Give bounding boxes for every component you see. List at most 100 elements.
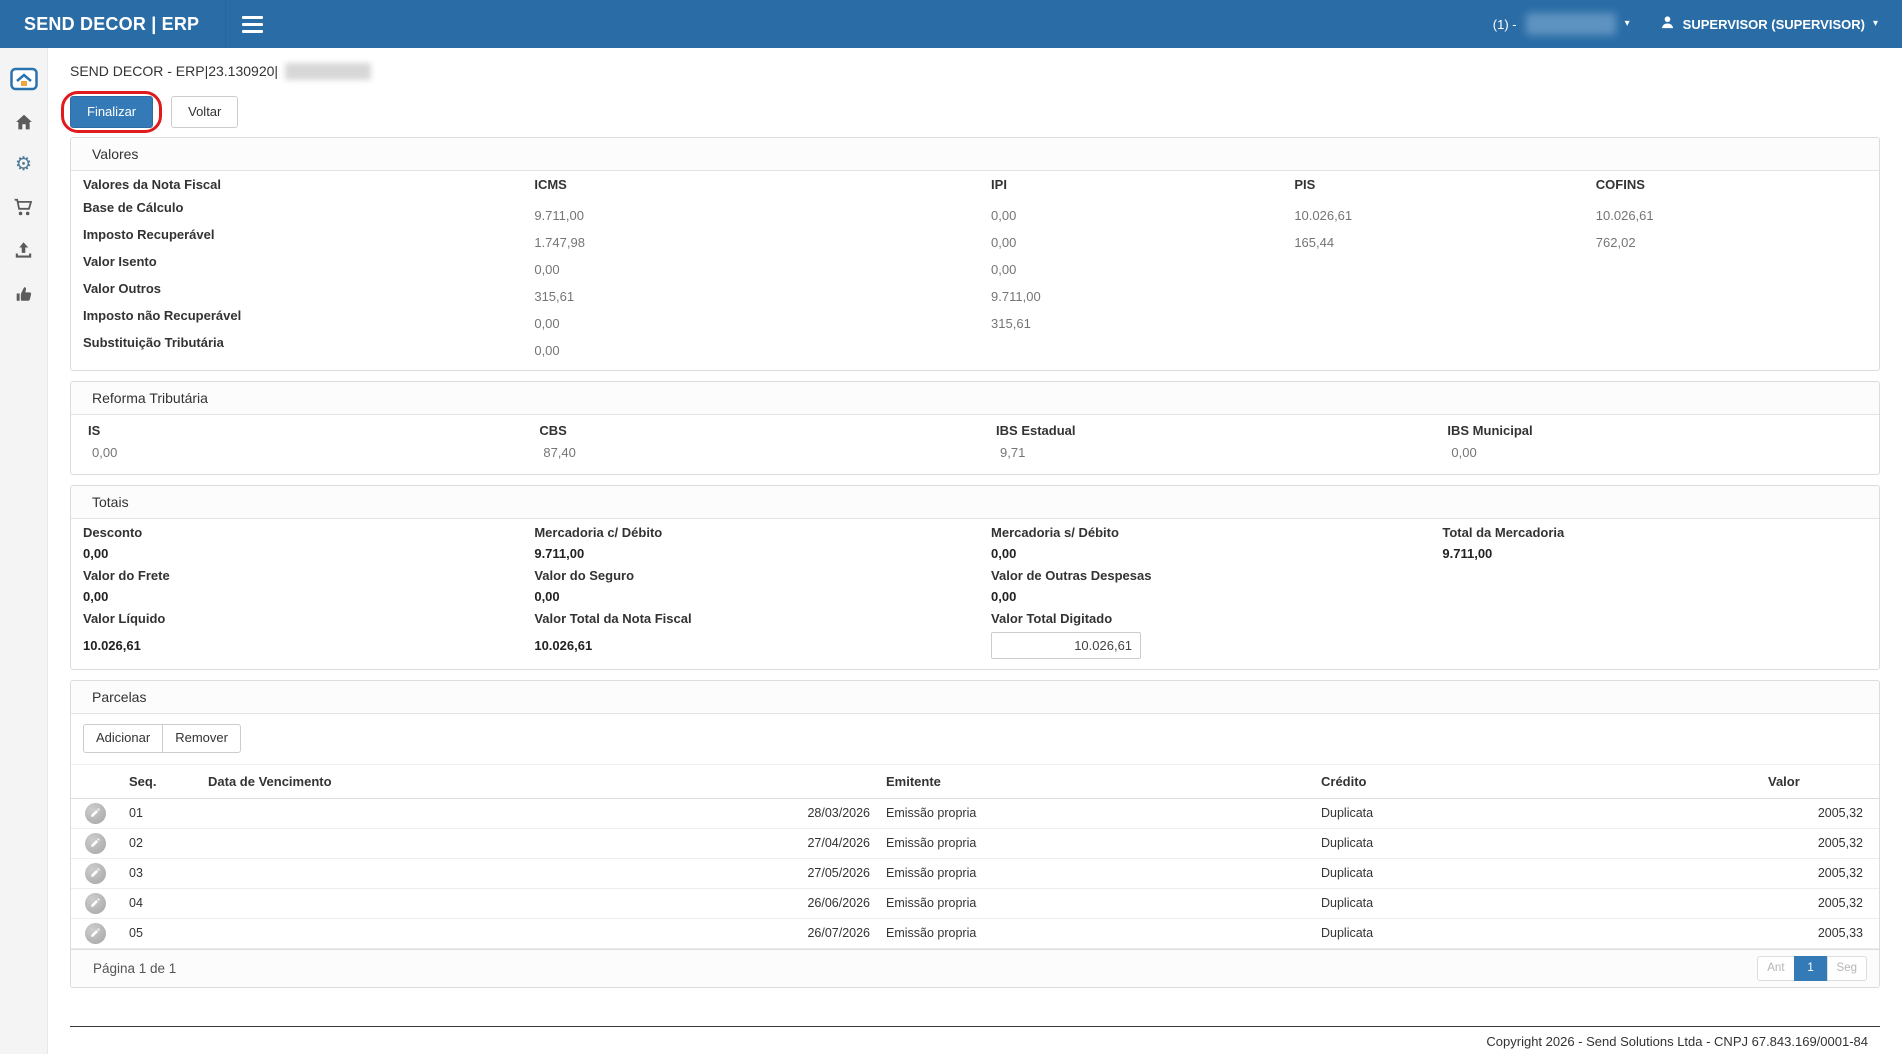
field-value: 9.711,00	[534, 546, 991, 561]
field-value: 0,00	[534, 589, 991, 604]
upload-icon[interactable]	[0, 229, 47, 272]
breadcrumb: SEND DECOR - ERP|23.130920|	[48, 48, 1902, 94]
edit-row-button[interactable]	[85, 893, 106, 914]
valores-row: Valor Isento 0,00 0,00	[83, 252, 1867, 279]
totais-panel: Totais Desconto 0,00 Mercadoria c/ Débit…	[70, 485, 1880, 670]
field-label: Valor de Outras Despesas	[991, 566, 1442, 589]
cell-credito: Duplicata	[1309, 918, 1764, 948]
field-value: 0,00	[83, 589, 534, 604]
field-label: Valor do Seguro	[534, 566, 991, 589]
row-label: Imposto Recuperável	[83, 225, 534, 242]
edit-row-button[interactable]	[85, 923, 106, 944]
redacted-company-name	[1526, 13, 1616, 35]
field-value: 10.026,61	[534, 632, 991, 653]
table-header-row: Seq. Data de Vencimento Emitente Crédito…	[71, 764, 1879, 798]
cell-vencimento: 27/05/2026	[204, 858, 874, 888]
home-icon[interactable]	[0, 100, 47, 143]
cell-credito: Duplicata	[1309, 798, 1764, 828]
app-logo-icon[interactable]	[0, 57, 47, 100]
column-header-cofins: COFINS	[1596, 175, 1867, 192]
table-row[interactable]: 04 26/06/2026 Emissão propria Duplicata …	[71, 888, 1879, 918]
panel-title: Valores	[71, 138, 1879, 171]
app-brand[interactable]: SEND DECOR | ERP	[0, 0, 226, 48]
valores-row: Valor Outros 315,61 9.711,00	[83, 279, 1867, 306]
ipi-value: 0,00	[991, 252, 1294, 277]
field-label: Total da Mercadoria	[1442, 523, 1867, 546]
ipi-value: 9.711,00	[991, 279, 1294, 304]
icms-value: 0,00	[534, 252, 991, 277]
field-label: IBS Estadual	[991, 421, 1442, 445]
valores-row: Substituição Tributária 0,00	[83, 333, 1867, 360]
remover-button[interactable]: Remover	[162, 724, 241, 752]
table-row[interactable]: 05 26/07/2026 Emissão propria Duplicata …	[71, 918, 1879, 948]
field-value: 9.711,00	[1442, 546, 1867, 561]
cofins-value	[1596, 333, 1867, 343]
table-row[interactable]: 02 27/04/2026 Emissão propria Duplicata …	[71, 828, 1879, 858]
edit-row-button[interactable]	[85, 803, 106, 824]
field-value: 9,71	[991, 445, 1442, 460]
page-footer: Copyright 2026 - Send Solutions Ltda - C…	[70, 1026, 1880, 1049]
cell-vencimento: 26/06/2026	[204, 888, 874, 918]
table-row[interactable]: 01 28/03/2026 Emissão propria Duplicata …	[71, 798, 1879, 828]
row-label: Imposto não Recuperável	[83, 306, 534, 323]
column-header-pis: PIS	[1294, 175, 1595, 192]
topbar-right: (1) - ▾ SUPERVISOR (SUPERVISOR) ▾	[1493, 13, 1902, 35]
field-label: Valor Total Digitado	[991, 609, 1442, 632]
ipi-value: 0,00	[991, 225, 1294, 250]
column-header-ipi: IPI	[991, 175, 1294, 192]
field-total-mercadoria: Total da Mercadoria 9.711,00	[1442, 523, 1867, 561]
field-ibs-estadual: IBS Estadual 9,71	[991, 421, 1442, 460]
pis-value	[1294, 252, 1595, 262]
pis-value	[1294, 306, 1595, 316]
cofins-value: 10.026,61	[1596, 198, 1867, 223]
field-valor-total-digitado: Valor Total Digitado	[991, 609, 1442, 659]
cell-emitente: Emissão propria	[874, 828, 1309, 858]
page-title: SEND DECOR - ERP|23.130920|	[70, 63, 278, 79]
finalizar-button[interactable]: Finalizar	[70, 96, 153, 128]
field-value: 0,00	[991, 589, 1442, 604]
icms-value: 315,61	[534, 279, 991, 304]
field-outras-despesas: Valor de Outras Despesas 0,00	[991, 566, 1442, 604]
pis-value: 165,44	[1294, 225, 1595, 250]
user-menu[interactable]: SUPERVISOR (SUPERVISOR) ▾	[1660, 15, 1878, 33]
field-label: IS	[83, 421, 534, 445]
shopping-cart-icon[interactable]	[0, 186, 47, 229]
parcelas-panel: Parcelas Adicionar Remover Seq.	[70, 680, 1880, 987]
valores-row: Imposto Recuperável 1.747,98 0,00 165,44…	[83, 225, 1867, 252]
cell-valor: 2005,32	[1764, 828, 1879, 858]
column-header-valor: Valor	[1764, 764, 1879, 798]
edit-row-button[interactable]	[85, 863, 106, 884]
cofins-value	[1596, 306, 1867, 316]
pagination-next-button[interactable]: Seg	[1827, 956, 1867, 981]
column-header-seq: Seq.	[119, 764, 204, 798]
panel-title: Totais	[71, 486, 1879, 519]
pagination-prev-button[interactable]: Ant	[1757, 956, 1794, 981]
icms-value: 0,00	[534, 306, 991, 331]
column-header-credito: Crédito	[1309, 764, 1764, 798]
pagination-page-1-button[interactable]: 1	[1794, 956, 1828, 981]
copyright-text: Copyright 2026 - Send Solutions Ltda - C…	[1486, 1034, 1868, 1049]
cell-seq: 05	[119, 918, 204, 948]
cell-seq: 01	[119, 798, 204, 828]
voltar-button[interactable]: Voltar	[171, 96, 238, 128]
table-row[interactable]: 03 27/05/2026 Emissão propria Duplicata …	[71, 858, 1879, 888]
thumbs-up-icon[interactable]	[0, 272, 47, 315]
reforma-tributaria-panel: Reforma Tributária IS 0,00 CBS 87,40 IBS…	[70, 381, 1880, 475]
company-selector[interactable]: (1) - ▾	[1493, 13, 1630, 35]
ipi-value: 0,00	[991, 198, 1294, 223]
menu-toggle-icon[interactable]	[226, 0, 278, 48]
adicionar-button[interactable]: Adicionar	[83, 724, 163, 752]
cell-valor: 2005,32	[1764, 888, 1879, 918]
settings-icon[interactable]: ⚙	[0, 143, 47, 186]
edit-row-button[interactable]	[85, 833, 106, 854]
valor-total-digitado-input[interactable]	[991, 632, 1141, 659]
cell-vencimento: 26/07/2026	[204, 918, 874, 948]
cofins-value	[1596, 252, 1867, 262]
field-label: Mercadoria s/ Débito	[991, 523, 1442, 546]
pis-value	[1294, 279, 1595, 289]
cell-valor: 2005,32	[1764, 858, 1879, 888]
field-value: 10.026,61	[83, 632, 534, 653]
field-mercadoria-sem-debito: Mercadoria s/ Débito 0,00	[991, 523, 1442, 561]
cell-credito: Duplicata	[1309, 828, 1764, 858]
panel-title: Reforma Tributária	[71, 382, 1879, 415]
